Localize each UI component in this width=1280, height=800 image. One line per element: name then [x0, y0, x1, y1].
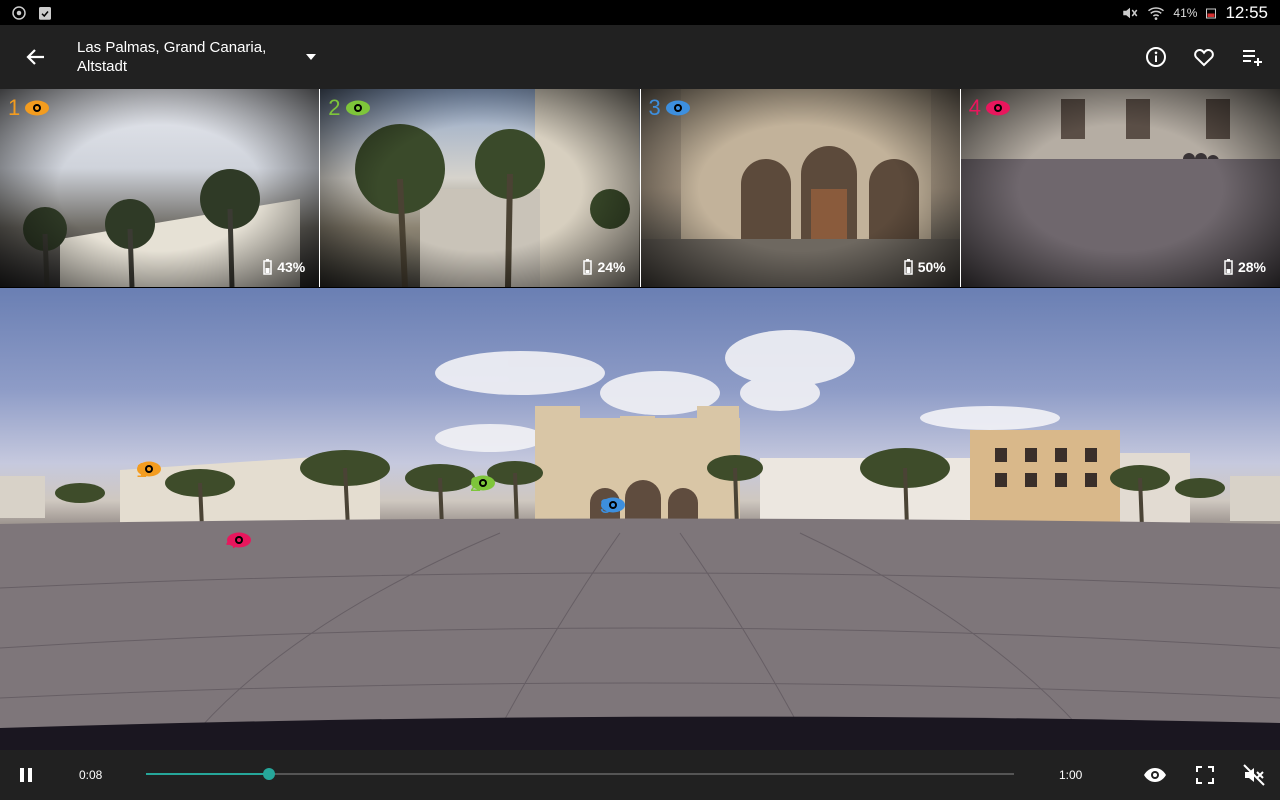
heart-icon [1194, 49, 1214, 67]
panorama-marker-4[interactable]: 4 [226, 531, 251, 554]
pause-icon[interactable] [14, 763, 38, 787]
viewer-battery-3: 50% [903, 259, 946, 275]
favorite-button[interactable] [1188, 41, 1220, 73]
battery-icon [1206, 8, 1217, 18]
battery-percent: 24% [597, 259, 626, 275]
viewer-number: 3 [648, 95, 661, 120]
battery-icon [1224, 259, 1233, 275]
eye-icon [665, 100, 690, 116]
viewer-thumbnail-3[interactable]: 3 50% [640, 89, 960, 287]
viewer-battery-1: 43% [263, 259, 305, 275]
battery-icon [903, 259, 913, 275]
title-line-2: Altstadt [77, 58, 128, 75]
seek-bar[interactable] [146, 768, 1014, 780]
viewer-label-4: 4 [969, 95, 1011, 121]
eye-icon [986, 100, 1010, 116]
battery-percent: 28% [1237, 259, 1266, 275]
total-time: 1:00 [1059, 768, 1083, 782]
battery-icon [583, 259, 593, 275]
status-bar: 41% 12:55 [0, 0, 1280, 25]
eye-icon[interactable] [1143, 763, 1167, 787]
app-bar: Las Palmas, Grand Canaria, Altstadt [0, 25, 1280, 89]
seek-bar-handle[interactable] [263, 768, 276, 780]
clipboard-check-icon [39, 6, 51, 20]
eye-icon [25, 100, 50, 116]
eye-icon [471, 475, 495, 491]
viewer-label-2: 2 [328, 95, 370, 121]
viewer-battery-2: 24% [583, 259, 626, 275]
mute-icon [1123, 7, 1138, 18]
eye-icon [345, 100, 370, 116]
info-button[interactable] [1140, 41, 1172, 73]
viewer-thumbnail-4[interactable]: 4 28% [960, 89, 1280, 287]
viewer-number: 2 [328, 95, 341, 120]
eye-icon [601, 497, 625, 513]
clock: 12:55 [1225, 2, 1268, 22]
title-line-1: Las Palmas, Grand Canaria, [77, 39, 267, 56]
viewer-thumbnail-1[interactable]: 1 43% [0, 89, 320, 287]
panorama-marker-2[interactable]: 2 [470, 474, 495, 497]
panorama-marker-1[interactable]: 1 [136, 460, 161, 483]
eye-icon [227, 532, 251, 548]
clouds [435, 330, 1060, 452]
wifi-icon [1148, 6, 1165, 20]
fullscreen-icon[interactable] [1193, 763, 1217, 787]
viewer-battery-4: 28% [1224, 259, 1266, 275]
add-to-playlist-button[interactable] [1236, 41, 1268, 73]
battery-percent: 43% [277, 259, 306, 275]
battery-percent: 50% [917, 259, 946, 275]
playback-controls: 0:08 1:00 [0, 750, 1280, 800]
location-title[interactable]: Las Palmas, Grand Canaria, Altstadt [77, 38, 297, 76]
viewer-thumbnail-2[interactable]: 2 24% [320, 89, 640, 287]
dropdown-caret-icon[interactable] [303, 51, 319, 63]
viewer-number: 1 [8, 95, 21, 120]
panorama-marker-3[interactable]: 3 [600, 496, 625, 519]
eye-icon [137, 461, 161, 477]
battery-icon [263, 259, 272, 275]
viewer-label-3: 3 [649, 95, 691, 121]
sync-icon [12, 5, 26, 20]
viewer-label-1: 1 [8, 95, 50, 121]
panorama-view[interactable]: 1 2 3 4 [0, 288, 1280, 750]
panorama-scene [0, 330, 1280, 750]
current-time: 0:08 [79, 768, 103, 782]
seek-bar-progress [146, 773, 270, 775]
playlist-add-icon [1243, 50, 1262, 66]
viewer-number: 4 [968, 95, 981, 120]
info-icon [1146, 47, 1166, 67]
volume-off-icon[interactable] [1242, 763, 1266, 787]
viewer-thumbnails: 1 43% 2 24% 3 50% 4 28% [0, 89, 1280, 287]
back-arrow-icon[interactable] [24, 45, 48, 69]
battery-percent: 41% [1173, 5, 1198, 20]
